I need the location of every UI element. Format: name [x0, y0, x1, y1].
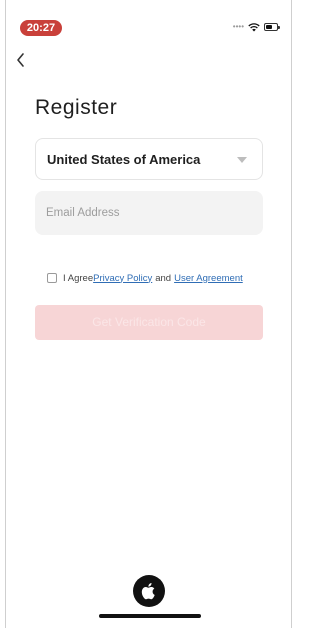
page-title: Register	[35, 96, 118, 119]
status-bar: 20:27 ••••	[0, 0, 292, 40]
country-select[interactable]: United States of America	[35, 138, 263, 180]
chevron-down-icon	[237, 157, 247, 163]
country-value: United States of America	[47, 152, 201, 167]
agree-checkbox[interactable]	[47, 273, 57, 283]
battery-icon	[264, 23, 280, 31]
frame-edge-left	[5, 0, 6, 628]
apple-icon	[141, 583, 155, 600]
get-verification-code-button[interactable]: Get Verification Code	[35, 305, 263, 340]
agreement-row: I Agree Privacy Policy and User Agreemen…	[47, 271, 243, 285]
chevron-left-icon	[17, 53, 24, 67]
apple-sign-in-button[interactable]	[133, 575, 165, 607]
status-time: 20:27	[20, 20, 62, 36]
signal-icon: ••••	[232, 22, 244, 31]
wifi-icon	[248, 23, 260, 32]
status-icons: ••••	[232, 22, 280, 32]
agree-conjunction-text: and	[155, 272, 172, 284]
frame-edge-right	[291, 0, 292, 628]
user-agreement-link[interactable]: User Agreement	[174, 273, 243, 284]
email-field[interactable]	[35, 191, 263, 235]
home-indicator	[99, 614, 201, 618]
privacy-policy-link[interactable]: Privacy Policy	[93, 273, 152, 284]
agree-prefix-text: I Agree	[63, 272, 94, 284]
back-button[interactable]	[14, 50, 32, 70]
